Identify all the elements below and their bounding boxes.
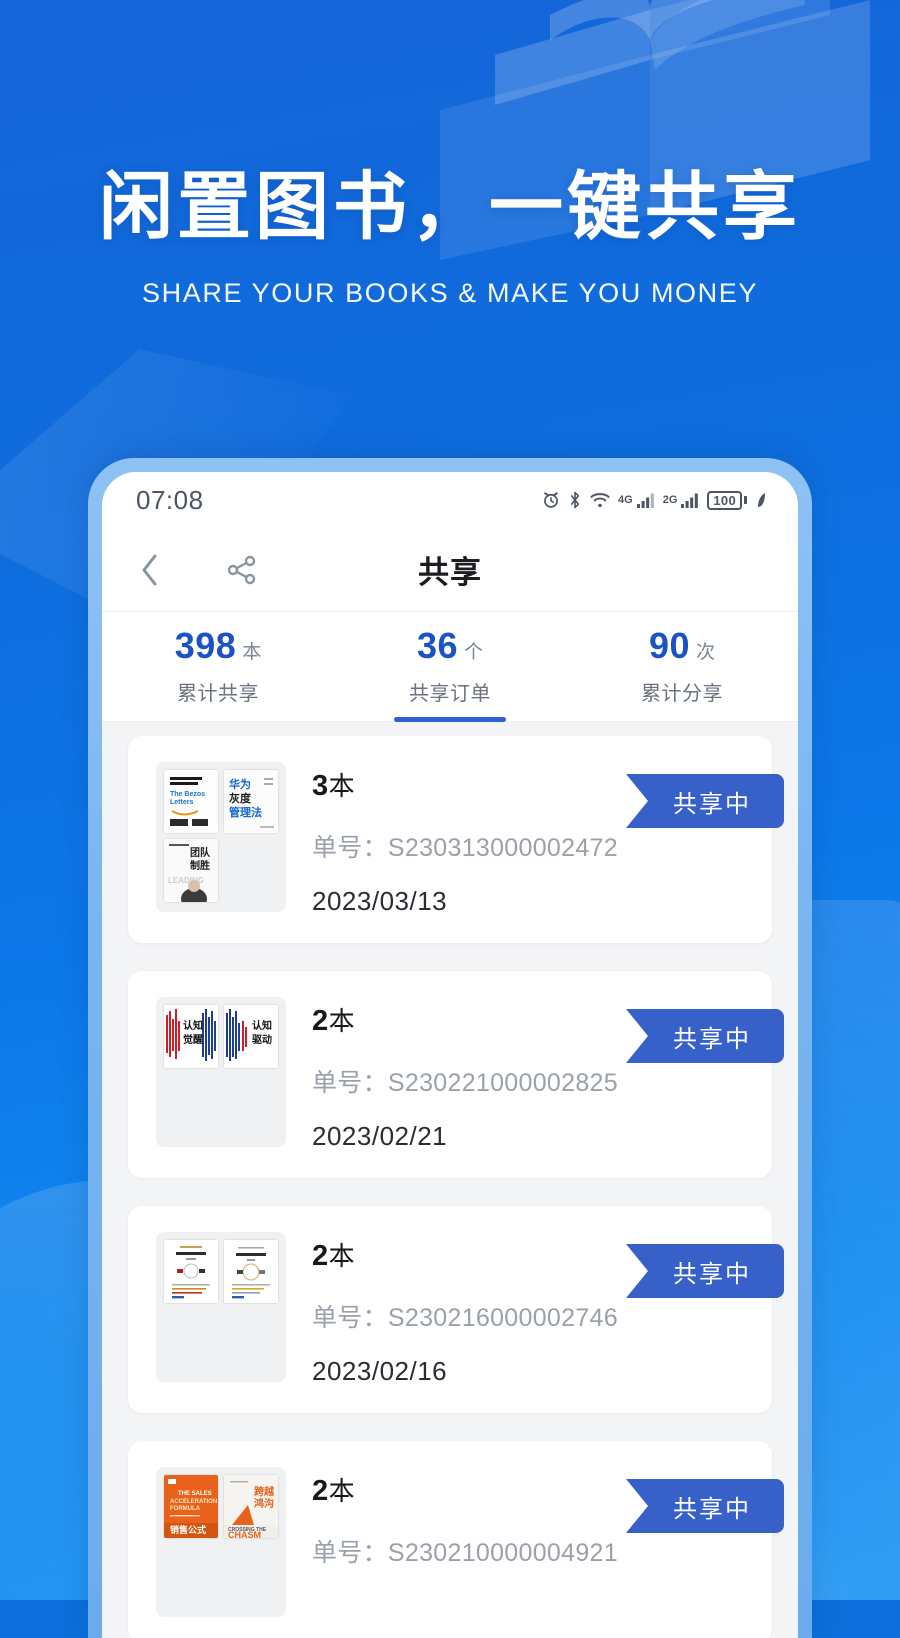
svg-text:灰度: 灰度 [229, 791, 252, 805]
stat-label: 累计共享 [177, 682, 259, 705]
svg-text:The Bezos: The Bezos [170, 791, 205, 798]
promo-text-block: 闲置图书，一键共享 SHARE YOUR BOOKS & MAKE YOU MO… [0, 164, 900, 309]
phone-screen: 07:08 4G 2G 100 共享 398 本 累计共享 36 个 共享订单 … [102, 472, 798, 1638]
status-badge: 共享中 [626, 1009, 784, 1063]
network-label-primary: 4G [618, 494, 633, 506]
signal-icon [681, 493, 699, 508]
status-badge: 共享中 [626, 774, 784, 828]
book-cover: 认知 驱动 [224, 1005, 278, 1068]
order-book-count: 2本 [312, 1475, 356, 1507]
stat-unit: 本 [242, 641, 262, 663]
book-cover: 团队 制胜 LEADING [164, 839, 218, 902]
order-card[interactable]: THE SALES ACCELERATION FORMULA 销售公式 跨越 鸿… [128, 1441, 784, 1638]
stat-value: 398 [174, 624, 237, 666]
order-number: 单号：S230221000002825 [312, 1069, 618, 1097]
order-date: 2023/03/13 [312, 886, 448, 916]
order-card[interactable]: 2本 单号：S230216000002746 2023/02/16 共享中 [128, 1206, 784, 1413]
stat-label: 累计分享 [641, 682, 723, 705]
svg-text:CHASM: CHASM [228, 1530, 261, 1538]
order-info: 2本 单号：S230221000002825 2023/02/21 [312, 997, 618, 1152]
svg-text:华为: 华为 [229, 777, 251, 791]
svg-text:制胜: 制胜 [190, 859, 210, 872]
book-cover [224, 1240, 278, 1303]
network-label-secondary: 2G [662, 494, 678, 506]
wifi-icon [590, 493, 610, 508]
book-cover: The Bezos Letters [164, 770, 218, 833]
order-book-count: 3本 [312, 770, 356, 802]
stat-unit: 次 [696, 641, 716, 663]
stat-tab-total-shares[interactable]: 90 次 累计分享 [566, 612, 798, 721]
order-book-count: 2本 [312, 1005, 356, 1037]
book-cover: THE SALES ACCELERATION FORMULA 销售公式 [164, 1475, 218, 1538]
order-book-count: 2本 [312, 1240, 356, 1272]
order-list: The Bezos Letters 华为 灰度 管理法 团队 制胜 LEADIN… [102, 722, 798, 1638]
order-number: 单号：S230210000004921 [312, 1539, 618, 1567]
status-bar-clock: 07:08 [136, 484, 204, 515]
order-info: 2本 单号：S230216000002746 2023/02/16 [312, 1232, 618, 1387]
stat-value: 36 [416, 624, 459, 666]
book-cover: 跨越 鸿沟 CROSSING THE CHASM [224, 1475, 278, 1538]
promo-title: 闲置图书，一键共享 [99, 164, 801, 250]
svg-text:认知: 认知 [183, 1019, 203, 1032]
stat-value-row: 398 本 [174, 624, 262, 666]
app-header: 共享 [102, 528, 798, 612]
status-badge: 共享中 [626, 1244, 784, 1298]
svg-text:管理法: 管理法 [229, 805, 262, 819]
phone-mockup: 07:08 4G 2G 100 共享 398 本 累计共享 36 个 共享订单 … [88, 458, 812, 1638]
svg-text:跨越: 跨越 [254, 1485, 275, 1498]
stat-unit: 个 [464, 641, 484, 663]
svg-text:FORMULA: FORMULA [170, 1506, 201, 1512]
stat-tab-total-shared[interactable]: 398 本 累计共享 [102, 612, 334, 721]
battery-tip [744, 496, 747, 504]
order-number: 单号：S230313000002472 [312, 834, 618, 862]
status-bar: 07:08 4G 2G 100 [102, 472, 798, 528]
stat-label: 共享订单 [409, 682, 491, 705]
active-tab-indicator [394, 717, 506, 722]
stat-tab-share-orders[interactable]: 36 个 共享订单 [334, 612, 566, 722]
svg-text:鸿沟: 鸿沟 [254, 1497, 274, 1510]
book-thumbnail-group: THE SALES ACCELERATION FORMULA 销售公式 跨越 鸿… [156, 1467, 286, 1617]
alarm-icon [544, 492, 558, 508]
signal-icon [636, 493, 654, 508]
stat-value-row: 90 次 [648, 624, 716, 666]
book-cover [164, 1240, 218, 1303]
order-card[interactable]: The Bezos Letters 华为 灰度 管理法 团队 制胜 LEADIN… [128, 736, 784, 943]
book-thumbnail-group: The Bezos Letters 华为 灰度 管理法 团队 制胜 LEADIN… [156, 762, 286, 912]
svg-text:Letters: Letters [170, 799, 193, 806]
order-number: 单号：S230216000002746 [312, 1304, 618, 1332]
battery-icon: 100 [707, 490, 747, 510]
svg-text:认知: 认知 [252, 1019, 272, 1032]
bluetooth-icon [570, 491, 580, 509]
svg-text:销售公式: 销售公式 [170, 1524, 206, 1536]
status-badge: 共享中 [626, 1479, 784, 1533]
order-info: 2本 单号：S230210000004921 [312, 1467, 618, 1591]
stats-tabs: 398 本 累计共享 36 个 共享订单 90 次 累计分享 [102, 612, 798, 722]
promo-subtitle: SHARE YOUR BOOKS & MAKE YOU MONEY [142, 277, 758, 308]
svg-text:THE SALES: THE SALES [178, 1491, 212, 1497]
battery-level: 100 [707, 490, 742, 510]
svg-text:觉醒: 觉醒 [183, 1033, 203, 1046]
book-cover: 华为 灰度 管理法 [224, 770, 278, 833]
order-date: 2023/02/21 [312, 1121, 448, 1151]
order-date: 2023/02/16 [312, 1356, 448, 1386]
order-card[interactable]: 认知 觉醒 认知 驱动 2本 单号：S230221000002825 2023/… [128, 971, 784, 1178]
svg-text:ACCELERATION: ACCELERATION [170, 1499, 217, 1505]
svg-text:驱动: 驱动 [252, 1033, 272, 1046]
book-cover: 认知 觉醒 [164, 1005, 218, 1068]
book-thumbnail-group: 认知 觉醒 认知 驱动 [156, 997, 286, 1147]
stat-value: 90 [648, 624, 691, 666]
page-title: 共享 [418, 555, 482, 590]
svg-text:团队: 团队 [190, 846, 211, 859]
status-bar-icons: 4G 2G 100 [541, 490, 768, 510]
power-save-leaf-icon [758, 493, 765, 507]
order-info: 3本 单号：S230313000002472 2023/03/13 [312, 762, 618, 917]
stat-value-row: 36 个 [416, 624, 484, 666]
book-thumbnail-group [156, 1232, 286, 1382]
